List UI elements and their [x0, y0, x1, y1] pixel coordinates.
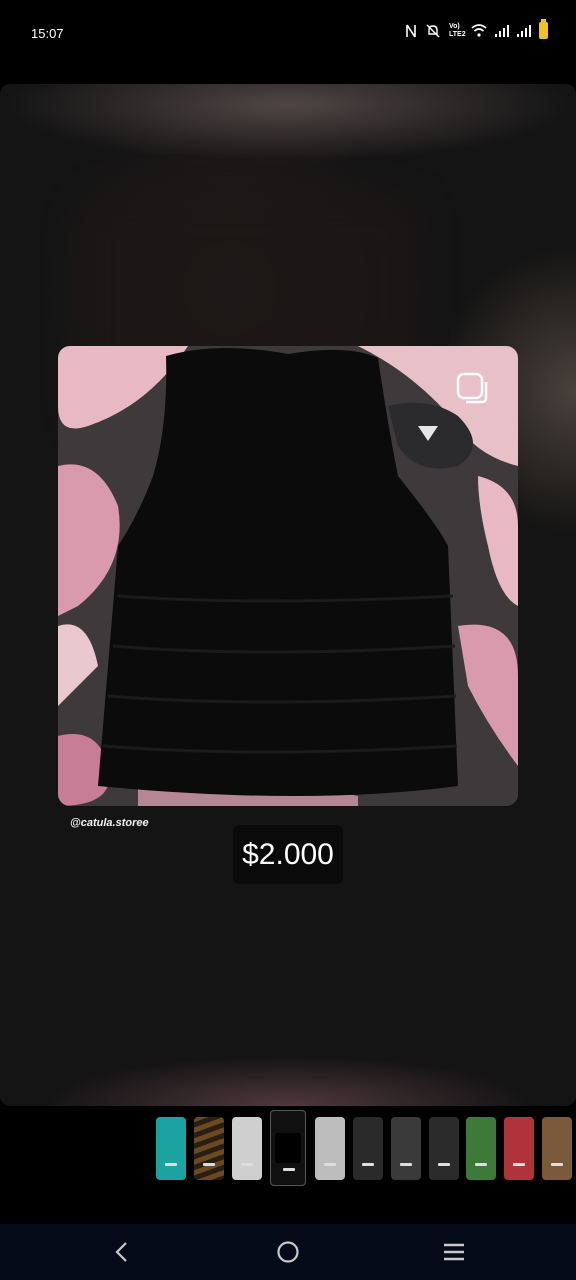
status-time: 15:07 [31, 26, 64, 41]
mute-icon [426, 24, 440, 37]
story-thumbnail[interactable] [156, 1117, 186, 1180]
recents-button[interactable] [434, 1234, 474, 1270]
story-thumbnail[interactable] [315, 1117, 345, 1180]
story-thumbnail[interactable] [466, 1117, 496, 1180]
menu-icon [444, 1243, 464, 1261]
story-thumbnail[interactable] [542, 1117, 572, 1180]
story-thumbnail[interactable] [353, 1117, 383, 1180]
signal-icon [495, 24, 509, 37]
battery-icon [539, 19, 548, 39]
status-bar: 15:07 Vo) LTE2 [0, 0, 576, 70]
multiple-photos-icon [456, 372, 488, 404]
nfc-icon [406, 24, 416, 37]
story-thumbnail[interactable] [391, 1117, 421, 1180]
navigation-bar [0, 1224, 576, 1280]
volte-icon: Vo) LTE2 [449, 22, 466, 38]
back-icon [115, 1242, 127, 1262]
home-button[interactable] [268, 1234, 308, 1270]
store-handle: @catula.storee [70, 817, 149, 829]
story-thumbnails [0, 1110, 576, 1190]
story-thumbnail[interactable] [429, 1117, 459, 1180]
signal-icon [517, 24, 531, 37]
price-label: $2.000 [233, 825, 343, 884]
story-thumbnail[interactable] [232, 1117, 262, 1180]
story-thumbnail[interactable] [504, 1117, 534, 1180]
story-viewer[interactable]: @catula.storee $2.000 [0, 84, 576, 1106]
story-thumbnail-active[interactable] [270, 1110, 306, 1186]
story-thumbnail[interactable] [194, 1117, 224, 1180]
status-icons: Vo) LTE2 [405, 19, 548, 39]
product-photo[interactable] [58, 346, 518, 806]
tank-top-image [58, 346, 518, 806]
wifi-icon [471, 24, 487, 37]
back-button[interactable] [102, 1234, 142, 1270]
home-icon [277, 1241, 299, 1263]
